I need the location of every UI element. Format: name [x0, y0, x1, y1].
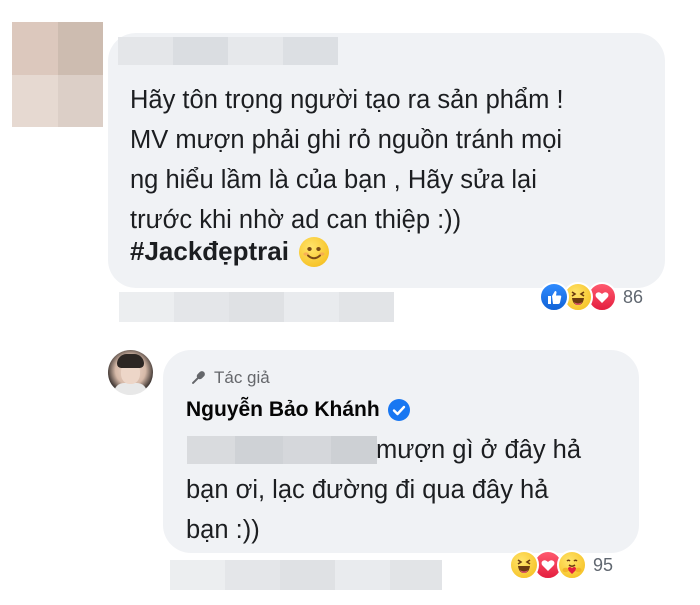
author-name-link[interactable]: Nguyễn Bảo Khánh: [186, 398, 380, 422]
commenter-avatar-blurred[interactable]: [12, 22, 103, 127]
author-badge-label: Tác giả: [214, 368, 270, 387]
blur-tile: [280, 560, 335, 590]
reply-text: mượn gì ở đây hả bạn ơi, lạc đường đi qu…: [186, 430, 626, 550]
blur-tile: [173, 37, 228, 65]
blur-tile: [390, 560, 442, 590]
blur-tile: [57, 22, 103, 75]
smiling-face-emoji-icon: [298, 236, 329, 267]
blur-tile: [229, 292, 284, 322]
author-avatar[interactable]: [108, 350, 153, 395]
microphone-icon: [192, 371, 205, 384]
blur-tile: [119, 292, 174, 322]
commenter-name-blurred[interactable]: [118, 37, 338, 65]
reply-line: bạn ơi, lạc đường đi qua đây hả: [186, 476, 549, 504]
reply-reactions[interactable]: 95: [509, 550, 613, 580]
comment-line: MV mượn phải ghi rỏ nguồn tránh mọi: [130, 126, 563, 154]
blur-tile: [283, 37, 338, 65]
hashtag-link[interactable]: #Jackđẹptrai: [130, 236, 289, 267]
blur-tile: [170, 560, 225, 590]
avatar-shirt: [114, 383, 147, 395]
care-icon: [557, 550, 587, 580]
blur-tile: [228, 37, 283, 65]
blur-tile: [12, 22, 58, 75]
blur-tile: [225, 560, 280, 590]
verified-badge-icon: [387, 399, 410, 421]
author-name-row: Nguyễn Bảo Khánh: [186, 398, 410, 422]
blur-tile: [12, 74, 58, 127]
blur-tile: [57, 74, 103, 127]
comment-text: Hãy tôn trọng người tạo ra sản phẩm ! MV…: [130, 80, 660, 240]
comment-actions-blurred[interactable]: [119, 292, 394, 322]
comment-line: trước khi nhờ ad can thiệp :)): [130, 206, 462, 234]
reply-line: mượn gì ở đây hả: [376, 436, 582, 464]
hashtag-row: #Jackđẹptrai: [130, 236, 329, 267]
reaction-count: 86: [623, 286, 644, 307]
like-icon: [539, 282, 569, 312]
blur-tile: [335, 560, 390, 590]
blur-tile: [118, 37, 173, 65]
blur-tile: [174, 292, 229, 322]
comment-line: ng hiểu lầm là của bạn , Hãy sửa lại: [130, 166, 537, 194]
comment-reactions[interactable]: 86: [539, 282, 643, 312]
reply-line: bạn :)): [186, 516, 260, 544]
reply-actions-blurred[interactable]: [170, 560, 442, 590]
blur-tile: [284, 292, 339, 322]
blur-tile: [339, 292, 394, 322]
avatar-hair: [117, 354, 144, 368]
haha-icon: [509, 550, 539, 580]
reaction-count: 95: [593, 554, 614, 575]
comment-line: Hãy tôn trọng người tạo ra sản phẩm !: [130, 86, 564, 114]
author-badge: Tác giả: [188, 368, 270, 388]
